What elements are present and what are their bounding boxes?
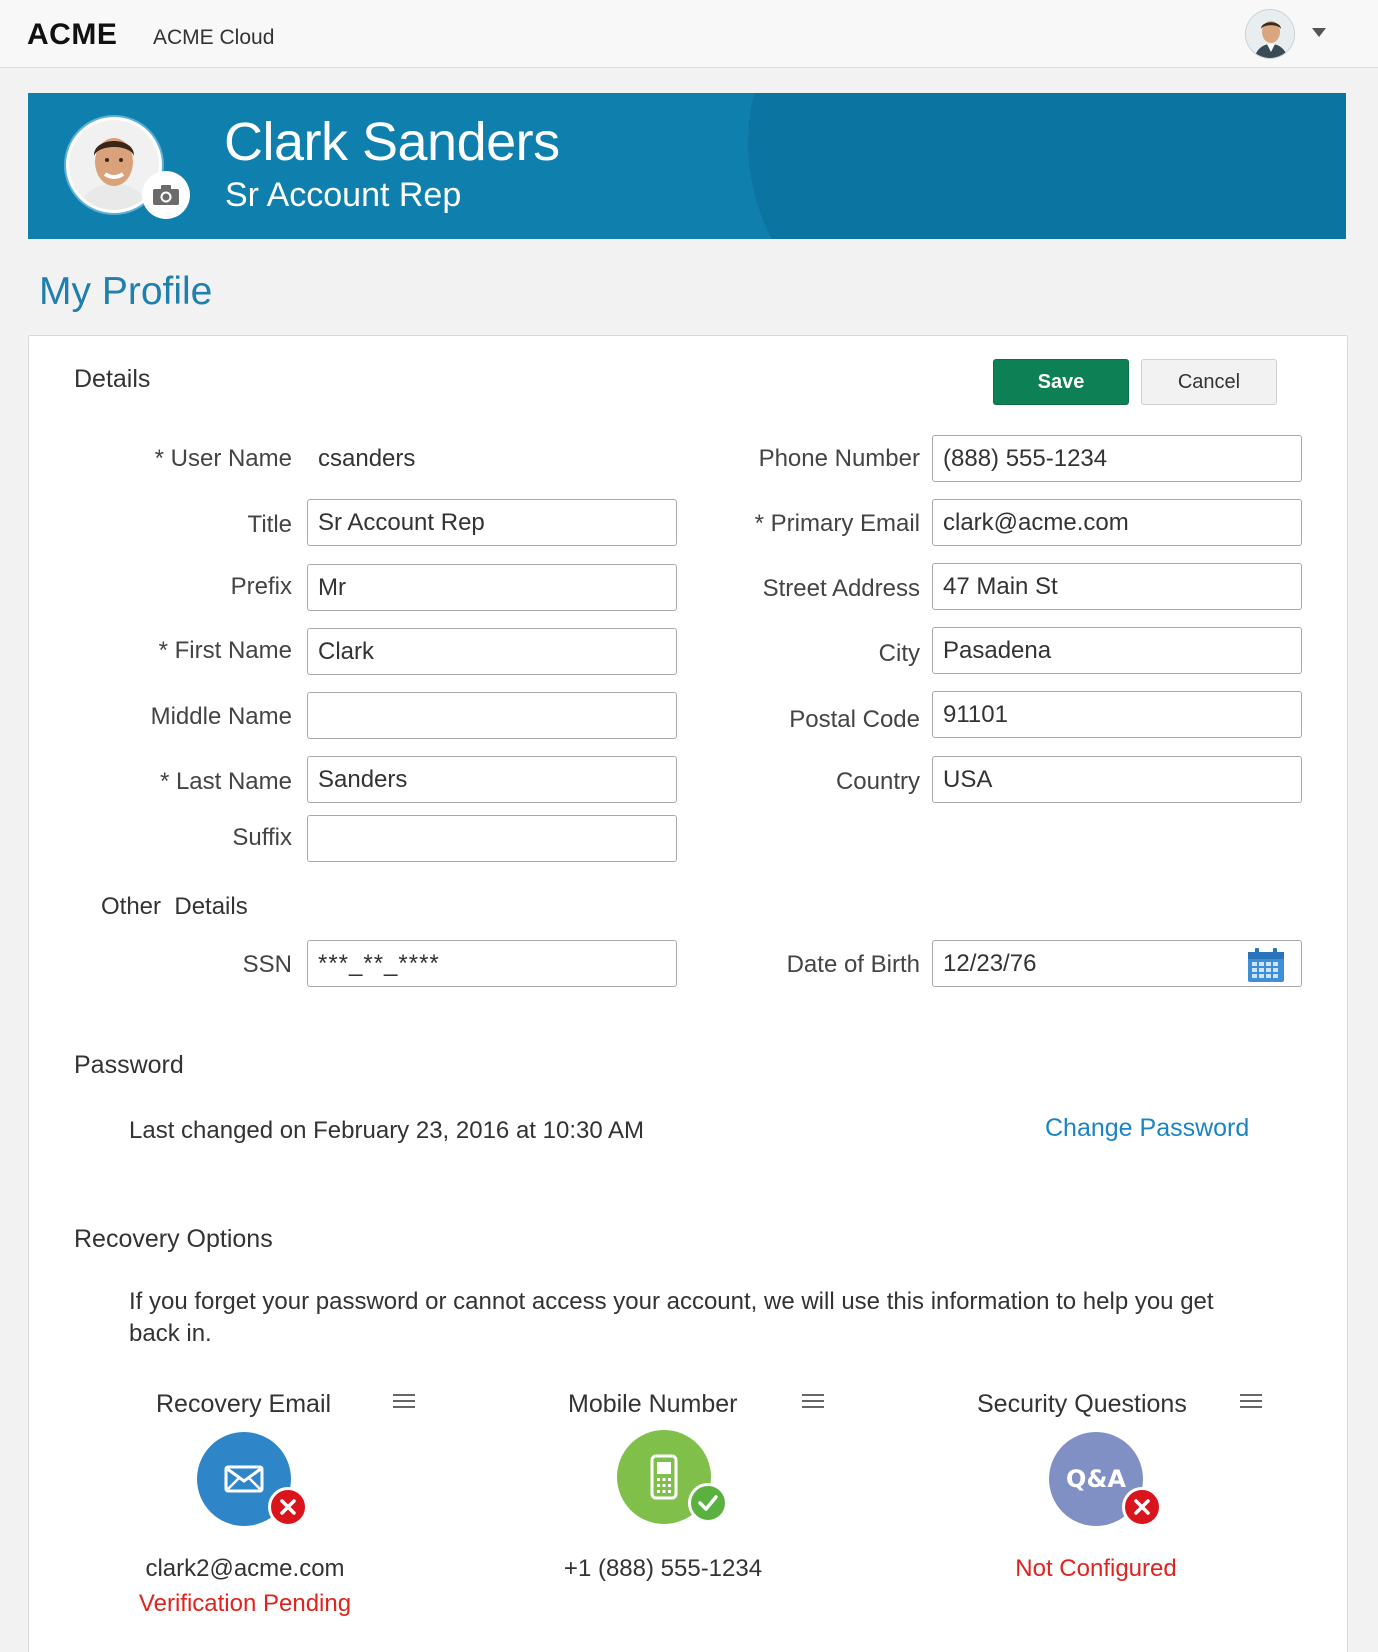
street-address-field[interactable]: 47 Main St [932, 563, 1302, 610]
middle-name-field[interactable] [307, 692, 677, 739]
last-name-field[interactable]: Sanders [307, 756, 677, 803]
details-heading: Details [74, 365, 151, 393]
envelope-icon [224, 1465, 264, 1493]
recovery-email-error-icon [268, 1487, 308, 1527]
brand-logo[interactable]: ACME [27, 18, 117, 52]
mobile-number-menu-icon[interactable] [802, 1394, 824, 1410]
city-field[interactable]: Pasadena [932, 627, 1302, 674]
recovery-heading: Recovery Options [74, 1225, 273, 1253]
phone-label: Phone Number [758, 445, 920, 472]
mobile-number-title: Mobile Number [568, 1390, 738, 1418]
profile-name: Clark Sanders [224, 112, 560, 172]
first-name-field[interactable]: Clark [307, 628, 677, 675]
date-of-birth-label: Date of Birth [786, 951, 920, 978]
recovery-email-title: Recovery Email [156, 1390, 332, 1418]
country-label: Country [835, 768, 920, 795]
recovery-email-menu-icon[interactable] [393, 1394, 415, 1410]
password-heading: Password [74, 1051, 184, 1079]
title-label: Title [247, 511, 292, 538]
username-label: * User Name [154, 445, 292, 472]
user-menu-caret-icon[interactable] [1312, 28, 1326, 37]
cancel-button[interactable]: Cancel [1141, 359, 1277, 405]
middle-name-label: Middle Name [150, 703, 292, 730]
top-bar: ACME ACME Cloud [0, 0, 1378, 68]
recovery-email-value: clark2@acme.com [145, 1555, 345, 1582]
user-avatar[interactable] [1245, 9, 1295, 59]
primary-email-label: * Primary Email [754, 510, 920, 537]
title-field[interactable]: Sr Account Rep [307, 499, 677, 546]
recovery-email-status: Verification Pending [138, 1590, 352, 1617]
change-photo-button[interactable] [142, 171, 190, 219]
postal-code-label: Postal Code [789, 706, 920, 733]
other-details-heading: Other Details [101, 893, 248, 920]
phone-icon [650, 1454, 678, 1500]
username-value: csanders [318, 445, 416, 472]
password-last-changed: Last changed on February 23, 2016 at 10:… [129, 1117, 645, 1144]
primary-email-field[interactable]: clark@acme.com [932, 499, 1302, 546]
security-questions-status: Not Configured [1015, 1555, 1177, 1582]
change-password-link[interactable]: Change Password [1045, 1114, 1249, 1143]
security-questions-title: Security Questions [977, 1390, 1187, 1418]
banner-decoration [748, 93, 1346, 239]
profile-banner: Clark Sanders Sr Account Rep [28, 93, 1346, 239]
calendar-icon[interactable] [1247, 947, 1285, 983]
security-questions-menu-icon[interactable] [1240, 1394, 1262, 1410]
country-field[interactable]: USA [932, 756, 1302, 803]
city-label: City [878, 640, 920, 667]
last-name-label: * Last Name [159, 768, 292, 795]
recovery-description: If you forget your password or cannot ac… [129, 1288, 1214, 1347]
prefix-label: Prefix [230, 573, 292, 600]
mobile-number-verified-icon [688, 1483, 728, 1523]
first-name-label: * First Name [158, 637, 292, 664]
qa-icon: Q&A [1066, 1465, 1126, 1493]
save-button[interactable]: Save [993, 359, 1129, 405]
suffix-label: Suffix [232, 824, 292, 851]
suffix-field[interactable] [307, 815, 677, 862]
postal-code-field[interactable]: 91101 [932, 691, 1302, 738]
mobile-number-value: +1 (888) 555-1234 [563, 1555, 763, 1582]
prefix-field[interactable]: Mr [307, 564, 677, 611]
camera-icon [153, 185, 179, 205]
ssn-label: SSN [242, 951, 292, 978]
app-name: ACME Cloud [153, 26, 275, 49]
page-title: My Profile [39, 270, 213, 313]
security-questions-error-icon [1122, 1487, 1162, 1527]
phone-field[interactable]: (888) 555-1234 [932, 435, 1302, 482]
profile-job-title: Sr Account Rep [225, 176, 462, 214]
street-address-label: Street Address [762, 575, 920, 602]
ssn-field[interactable]: ***_**_**** [307, 940, 677, 987]
